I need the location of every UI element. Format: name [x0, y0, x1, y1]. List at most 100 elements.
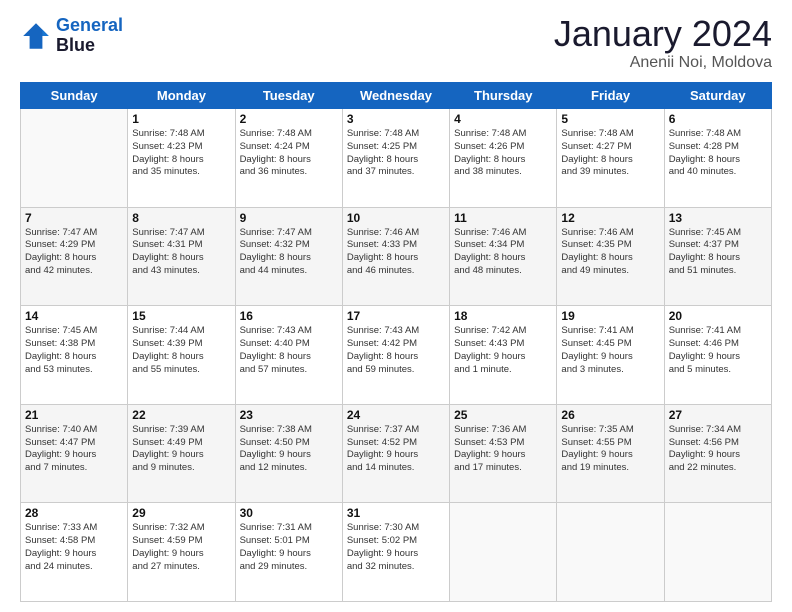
logo-icon — [20, 20, 52, 52]
day-info: Sunrise: 7:44 AM Sunset: 4:39 PM Dayligh… — [132, 325, 230, 376]
logo-text: General Blue — [56, 16, 123, 56]
day-number: 7 — [25, 211, 123, 225]
calendar-cell: 24 Sunrise: 7:37 AM Sunset: 4:52 PM Dayli… — [342, 404, 449, 503]
calendar-cell: 4 Sunrise: 7:48 AM Sunset: 4:26 PM Daylig… — [450, 109, 557, 208]
calendar-cell: 9Sunrise: 7:47 AM Sunset: 4:32 PM Daylig… — [235, 207, 342, 306]
day-number: 28 — [25, 506, 123, 520]
calendar-header: SundayMondayTuesdayWednesdayThursdayFrid… — [21, 83, 772, 109]
month-title: January 2024 — [554, 16, 772, 52]
calendar-cell — [21, 109, 128, 208]
calendar-cell — [557, 503, 664, 602]
day-number: 24 — [347, 408, 445, 422]
day-number: 14 — [25, 309, 123, 323]
calendar-cell: 29 Sunrise: 7:32 AM Sunset: 4:59 PM Dayli… — [128, 503, 235, 602]
calendar-cell: 11 Sunrise: 7:46 AM Sunset: 4:34 PM Dayli… — [450, 207, 557, 306]
calendar-cell: 30 Sunrise: 7:31 AM Sunset: 5:01 PM Dayli… — [235, 503, 342, 602]
day-info: Sunrise: 7:47 AM Sunset: 4:31 PM Dayligh… — [132, 227, 230, 278]
calendar-cell: 16Sunrise: 7:43 AM Sunset: 4:40 PM Dayli… — [235, 306, 342, 405]
day-number: 8 — [132, 211, 230, 225]
day-info: Sunrise: 7:45 AM Sunset: 4:37 PM Dayligh… — [669, 227, 767, 278]
day-info: Sunrise: 7:48 AM Sunset: 4:26 PM Dayligh… — [454, 128, 552, 179]
calendar-cell — [664, 503, 771, 602]
calendar-cell — [450, 503, 557, 602]
day-number: 21 — [25, 408, 123, 422]
day-number: 22 — [132, 408, 230, 422]
day-info: Sunrise: 7:48 AM Sunset: 4:23 PM Dayligh… — [132, 128, 230, 179]
day-header: Saturday — [664, 83, 771, 109]
day-info: Sunrise: 7:41 AM Sunset: 4:45 PM Dayligh… — [561, 325, 659, 376]
day-info: Sunrise: 7:48 AM Sunset: 4:24 PM Dayligh… — [240, 128, 338, 179]
day-header: Monday — [128, 83, 235, 109]
day-info: Sunrise: 7:48 AM Sunset: 4:25 PM Dayligh… — [347, 128, 445, 179]
day-info: Sunrise: 7:45 AM Sunset: 4:38 PM Dayligh… — [25, 325, 123, 376]
calendar-week-row: 14 Sunrise: 7:45 AM Sunset: 4:38 PM Dayli… — [21, 306, 772, 405]
day-number: 17 — [347, 309, 445, 323]
location: Anenii Noi, Moldova — [554, 54, 772, 72]
day-info: Sunrise: 7:47 AM Sunset: 4:32 PM Dayligh… — [240, 227, 338, 278]
title-block: January 2024 Anenii Noi, Moldova — [554, 16, 772, 72]
day-info: Sunrise: 7:40 AM Sunset: 4:47 PM Dayligh… — [25, 424, 123, 475]
calendar-cell: 15 Sunrise: 7:44 AM Sunset: 4:39 PM Dayli… — [128, 306, 235, 405]
day-number: 1 — [132, 112, 230, 126]
calendar-cell: 31 Sunrise: 7:30 AM Sunset: 5:02 PM Dayli… — [342, 503, 449, 602]
day-info: Sunrise: 7:35 AM Sunset: 4:55 PM Dayligh… — [561, 424, 659, 475]
calendar-cell: 17Sunrise: 7:43 AM Sunset: 4:42 PM Dayli… — [342, 306, 449, 405]
day-info: Sunrise: 7:46 AM Sunset: 4:35 PM Dayligh… — [561, 227, 659, 278]
calendar-cell: 5Sunrise: 7:48 AM Sunset: 4:27 PM Daylig… — [557, 109, 664, 208]
calendar-cell: 27Sunrise: 7:34 AM Sunset: 4:56 PM Dayli… — [664, 404, 771, 503]
day-number: 4 — [454, 112, 552, 126]
calendar-cell: 8 Sunrise: 7:47 AM Sunset: 4:31 PM Daylig… — [128, 207, 235, 306]
calendar-cell: 14 Sunrise: 7:45 AM Sunset: 4:38 PM Dayli… — [21, 306, 128, 405]
day-info: Sunrise: 7:38 AM Sunset: 4:50 PM Dayligh… — [240, 424, 338, 475]
day-number: 11 — [454, 211, 552, 225]
day-info: Sunrise: 7:42 AM Sunset: 4:43 PM Dayligh… — [454, 325, 552, 376]
day-header: Friday — [557, 83, 664, 109]
calendar-cell: 3Sunrise: 7:48 AM Sunset: 4:25 PM Daylig… — [342, 109, 449, 208]
day-number: 31 — [347, 506, 445, 520]
day-number: 26 — [561, 408, 659, 422]
day-info: Sunrise: 7:31 AM Sunset: 5:01 PM Dayligh… — [240, 522, 338, 573]
header-row: SundayMondayTuesdayWednesdayThursdayFrid… — [21, 83, 772, 109]
day-number: 30 — [240, 506, 338, 520]
calendar-week-row: 28 Sunrise: 7:33 AM Sunset: 4:58 PM Dayli… — [21, 503, 772, 602]
calendar-cell: 26 Sunrise: 7:35 AM Sunset: 4:55 PM Dayli… — [557, 404, 664, 503]
day-number: 12 — [561, 211, 659, 225]
day-info: Sunrise: 7:47 AM Sunset: 4:29 PM Dayligh… — [25, 227, 123, 278]
calendar-table: SundayMondayTuesdayWednesdayThursdayFrid… — [20, 82, 772, 602]
day-info: Sunrise: 7:37 AM Sunset: 4:52 PM Dayligh… — [347, 424, 445, 475]
day-number: 18 — [454, 309, 552, 323]
day-info: Sunrise: 7:33 AM Sunset: 4:58 PM Dayligh… — [25, 522, 123, 573]
day-number: 19 — [561, 309, 659, 323]
calendar-cell: 20Sunrise: 7:41 AM Sunset: 4:46 PM Dayli… — [664, 306, 771, 405]
day-header: Thursday — [450, 83, 557, 109]
calendar-week-row: 1 Sunrise: 7:48 AM Sunset: 4:23 PM Daylig… — [21, 109, 772, 208]
calendar-cell: 23Sunrise: 7:38 AM Sunset: 4:50 PM Dayli… — [235, 404, 342, 503]
day-info: Sunrise: 7:48 AM Sunset: 4:28 PM Dayligh… — [669, 128, 767, 179]
day-number: 27 — [669, 408, 767, 422]
day-info: Sunrise: 7:36 AM Sunset: 4:53 PM Dayligh… — [454, 424, 552, 475]
day-info: Sunrise: 7:39 AM Sunset: 4:49 PM Dayligh… — [132, 424, 230, 475]
day-info: Sunrise: 7:32 AM Sunset: 4:59 PM Dayligh… — [132, 522, 230, 573]
day-number: 20 — [669, 309, 767, 323]
day-info: Sunrise: 7:30 AM Sunset: 5:02 PM Dayligh… — [347, 522, 445, 573]
calendar-cell: 12 Sunrise: 7:46 AM Sunset: 4:35 PM Dayli… — [557, 207, 664, 306]
calendar-cell: 2 Sunrise: 7:48 AM Sunset: 4:24 PM Daylig… — [235, 109, 342, 208]
day-number: 6 — [669, 112, 767, 126]
day-number: 29 — [132, 506, 230, 520]
day-number: 5 — [561, 112, 659, 126]
day-info: Sunrise: 7:46 AM Sunset: 4:34 PM Dayligh… — [454, 227, 552, 278]
calendar-week-row: 7 Sunrise: 7:47 AM Sunset: 4:29 PM Daylig… — [21, 207, 772, 306]
day-number: 13 — [669, 211, 767, 225]
calendar-cell: 7 Sunrise: 7:47 AM Sunset: 4:29 PM Daylig… — [21, 207, 128, 306]
day-number: 16 — [240, 309, 338, 323]
day-number: 15 — [132, 309, 230, 323]
day-info: Sunrise: 7:46 AM Sunset: 4:33 PM Dayligh… — [347, 227, 445, 278]
day-number: 25 — [454, 408, 552, 422]
calendar-cell: 13 Sunrise: 7:45 AM Sunset: 4:37 PM Dayli… — [664, 207, 771, 306]
day-number: 10 — [347, 211, 445, 225]
calendar-cell: 10 Sunrise: 7:46 AM Sunset: 4:33 PM Dayli… — [342, 207, 449, 306]
day-header: Tuesday — [235, 83, 342, 109]
day-number: 2 — [240, 112, 338, 126]
calendar-cell: 28 Sunrise: 7:33 AM Sunset: 4:58 PM Dayli… — [21, 503, 128, 602]
logo: General Blue — [20, 16, 123, 56]
